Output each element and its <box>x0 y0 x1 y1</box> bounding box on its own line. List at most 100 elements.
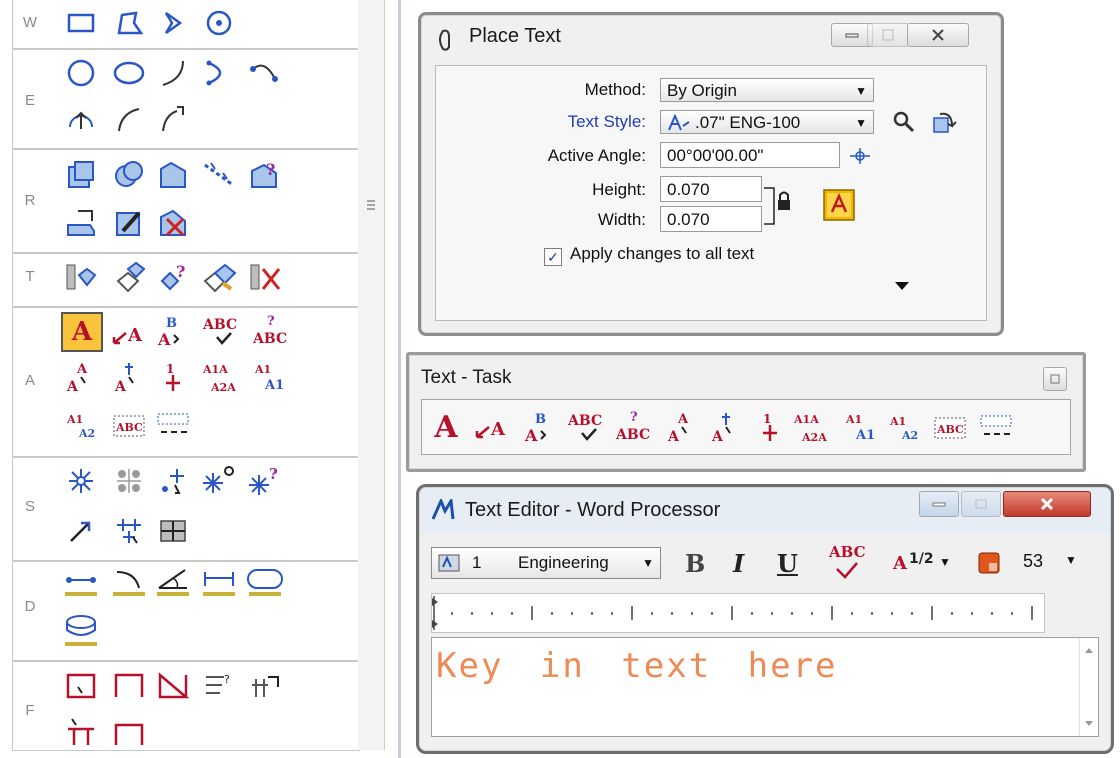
dimension-arc-tool[interactable] <box>109 564 149 602</box>
minimize-button[interactable] <box>919 491 959 517</box>
arc-modify-tool[interactable] <box>153 100 193 138</box>
edit-tag-tool[interactable] <box>109 258 149 296</box>
text-color-icon[interactable] <box>977 551 1001 575</box>
increment-text-tool[interactable]: 1 <box>153 358 193 396</box>
scroll-up-icon[interactable] <box>1084 646 1094 654</box>
spell-check-button[interactable]: ABC <box>825 543 873 583</box>
dimension-linear-tool[interactable] <box>199 564 239 602</box>
cell-library-tool[interactable] <box>153 512 193 550</box>
place-note-tool[interactable]: A <box>109 314 149 352</box>
dimension-element-tool[interactable] <box>61 564 101 602</box>
rectangle-tool[interactable] <box>61 4 101 42</box>
text-color-icon[interactable] <box>822 188 856 222</box>
close-button[interactable] <box>907 23 969 47</box>
fence-stretch-tool[interactable]: ? <box>199 666 239 704</box>
select-and-place-cell-tool[interactable] <box>61 512 101 550</box>
close-button[interactable] <box>1043 367 1067 391</box>
dimension-angle-tool[interactable] <box>153 564 193 602</box>
manipulate-fence-tool[interactable] <box>153 666 193 704</box>
arc-tangent-tool[interactable] <box>109 100 149 138</box>
copy-enter-data-tool[interactable]: A1 A1 <box>249 358 289 396</box>
delete-tag-tool[interactable] <box>245 258 285 296</box>
delete-fence-contents-tool[interactable] <box>245 666 285 704</box>
task-spell-checker-tool[interactable]: ABC <box>564 406 612 448</box>
circle-tool[interactable] <box>61 54 101 92</box>
crosshatch-tool[interactable] <box>199 156 239 194</box>
task-change-text-attributes-tool[interactable]: A <box>704 406 748 448</box>
ruler[interactable] <box>431 593 1045 633</box>
region-query-tool[interactable]: ? <box>245 156 285 194</box>
vertical-scrollbar[interactable] <box>1079 638 1098 736</box>
partial-ellipse-tool[interactable] <box>61 100 101 138</box>
match-text-attributes-tool[interactable]: AA <box>61 358 101 396</box>
review-tag-tool[interactable]: ? <box>153 258 193 296</box>
place-text-tool[interactable]: A <box>61 312 103 352</box>
modify-arc-tool[interactable] <box>199 54 239 92</box>
place-tag-tool[interactable] <box>61 258 101 296</box>
underline-button[interactable]: U <box>777 549 798 578</box>
fill-enter-data-tool[interactable]: A1 A2 <box>61 406 101 444</box>
task-match-text-attributes-tool[interactable]: AA <box>660 406 704 448</box>
task-copy-increment-text-tool[interactable]: A1A A2A <box>790 406 838 448</box>
place-cell-tool[interactable] <box>61 462 101 500</box>
task-enter-data-field-tool[interactable] <box>974 406 1018 448</box>
copy-increment-text-tool[interactable]: A1A A2A <box>199 358 247 396</box>
angle-lock-icon[interactable] <box>848 146 872 166</box>
task-edit-text-tool[interactable]: BA <box>518 406 562 448</box>
maximize-button[interactable] <box>961 491 1001 517</box>
dimension-radial-tool[interactable] <box>245 564 285 602</box>
text-style-select[interactable]: .07" ENG-100 ▼ <box>660 110 874 134</box>
region-union-tool[interactable] <box>61 156 101 194</box>
text-style-select[interactable]: 1 Engineering ▼ <box>431 547 661 579</box>
identify-cell-tool[interactable]: ? <box>245 462 285 500</box>
place-active-cell-tool[interactable] <box>153 462 193 500</box>
task-edit-enter-data-tool[interactable]: ABC <box>928 406 972 448</box>
height-input[interactable]: 0.070 <box>660 176 762 202</box>
edit-enter-data-tool[interactable]: ABC <box>109 406 149 444</box>
aspect-lock-icon[interactable] <box>762 178 796 232</box>
change-tag-tool[interactable] <box>199 258 239 296</box>
region-fill-tool[interactable] <box>153 156 193 194</box>
task-fill-enter-data-tool[interactable]: A1 A2 <box>882 406 926 448</box>
shape-tool[interactable] <box>153 4 193 42</box>
edit-text-tool[interactable]: BA <box>153 312 193 350</box>
display-text-attributes-tool[interactable]: ? ABC <box>249 312 297 350</box>
magnifier-icon[interactable] <box>892 110 916 134</box>
region-delete-tool[interactable] <box>153 204 193 242</box>
region-pencil-tool[interactable] <box>109 204 149 242</box>
text-editor-area[interactable]: Key in text here <box>431 637 1099 737</box>
bold-button[interactable]: B <box>685 549 705 578</box>
text-style-label[interactable]: Text Style: <box>476 112 646 132</box>
ellipse-tool[interactable] <box>109 54 149 92</box>
arc-3pt-tool[interactable] <box>243 54 283 92</box>
palette-splitter[interactable] <box>358 0 385 750</box>
close-button[interactable] <box>1003 491 1091 517</box>
italic-button[interactable]: I <box>733 549 744 578</box>
change-text-attributes-tool[interactable]: A <box>109 358 149 396</box>
active-angle-input[interactable]: 00°00'00.00" <box>660 142 840 168</box>
fence-file-tool[interactable] <box>109 712 149 750</box>
define-cell-origin-tool[interactable] <box>199 462 239 500</box>
text-size-select[interactable]: 53 ▼ <box>1023 551 1089 577</box>
place-fence-tool[interactable] <box>61 666 101 704</box>
maximize-button[interactable] <box>867 23 909 47</box>
task-display-text-attributes-tool[interactable]: ? ABC <box>612 406 660 448</box>
text-styles-dialog-icon[interactable] <box>930 110 958 136</box>
fraction-button[interactable]: A 1/2 ▼ <box>891 547 951 581</box>
replace-cells-tool[interactable] <box>109 512 149 550</box>
width-input[interactable]: 0.070 <box>660 206 762 232</box>
task-place-text-tool[interactable]: A <box>424 406 468 448</box>
polygon-tool[interactable] <box>109 4 149 42</box>
task-increment-text-tool[interactable]: 1 <box>748 406 792 448</box>
region-edit-tool[interactable] <box>61 204 101 242</box>
fence-manipulate-copy-tool[interactable] <box>61 712 101 750</box>
task-place-note-tool[interactable]: A <box>470 406 514 448</box>
expand-triangle-icon[interactable] <box>894 280 910 292</box>
region-intersect-tool[interactable] <box>109 156 149 194</box>
task-copy-enter-data-tool[interactable]: A1 A1 <box>838 406 882 448</box>
dimension-ordinate-tool[interactable] <box>61 612 101 650</box>
scroll-down-icon[interactable] <box>1084 720 1094 728</box>
regular-polygon-tool[interactable] <box>199 4 239 42</box>
apply-changes-checkbox[interactable]: ✓ <box>544 248 562 266</box>
enter-data-field-tool[interactable] <box>153 406 193 444</box>
